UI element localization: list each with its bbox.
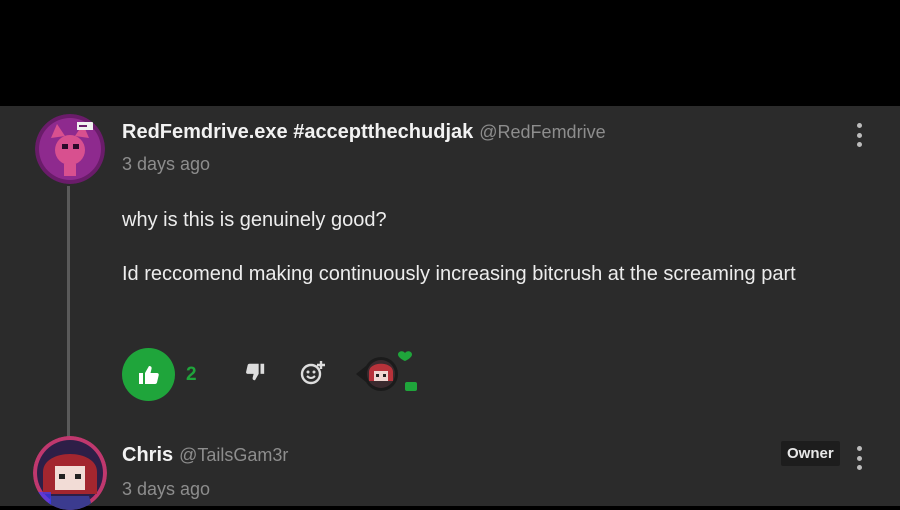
- reply-thread-line: [67, 186, 70, 440]
- author-name[interactable]: Chris: [122, 444, 173, 467]
- comment-header: RedFemdrive.exe #acceptthechudjak @RedFe…: [122, 121, 606, 144]
- like-count: 2: [186, 364, 197, 385]
- comment-body-line: why is this is genuinely good?: [122, 209, 387, 231]
- add-reaction-icon: [300, 361, 325, 385]
- author-handle[interactable]: @RedFemdrive: [479, 122, 605, 143]
- comment-header: Chris @TailsGam3r: [122, 444, 288, 467]
- pink-masked-character-avatar-icon: [35, 114, 105, 184]
- vertical-dots-icon: [856, 123, 862, 128]
- thumbs-up-icon: [138, 365, 159, 384]
- more-options-button[interactable]: [854, 446, 864, 470]
- more-options-button[interactable]: [854, 123, 864, 147]
- avatar[interactable]: [35, 114, 105, 184]
- author-name[interactable]: RedFemdrive.exe #acceptthechudjak: [122, 121, 473, 144]
- thumbs-down-icon: [246, 363, 265, 381]
- comment-timestamp[interactable]: 3 days ago: [122, 479, 210, 500]
- top-black-bar: [0, 0, 900, 106]
- avatar[interactable]: [33, 436, 107, 510]
- comment-timestamp[interactable]: 3 days ago: [122, 154, 210, 175]
- author-handle[interactable]: @TailsGam3r: [179, 445, 288, 466]
- red-haired-anime-avatar-icon: [33, 436, 107, 510]
- creator-heart-avatar-icon: [356, 351, 417, 391]
- owner-badge: Owner: [781, 441, 840, 466]
- comment-body-line: Id reccomend making continuously increas…: [122, 263, 796, 285]
- dislike-button[interactable]: [244, 361, 266, 388]
- like-button[interactable]: [122, 348, 175, 401]
- creator-heart-reaction[interactable]: [352, 350, 422, 398]
- vertical-dots-icon: [856, 446, 862, 451]
- add-reaction-button[interactable]: [299, 358, 327, 391]
